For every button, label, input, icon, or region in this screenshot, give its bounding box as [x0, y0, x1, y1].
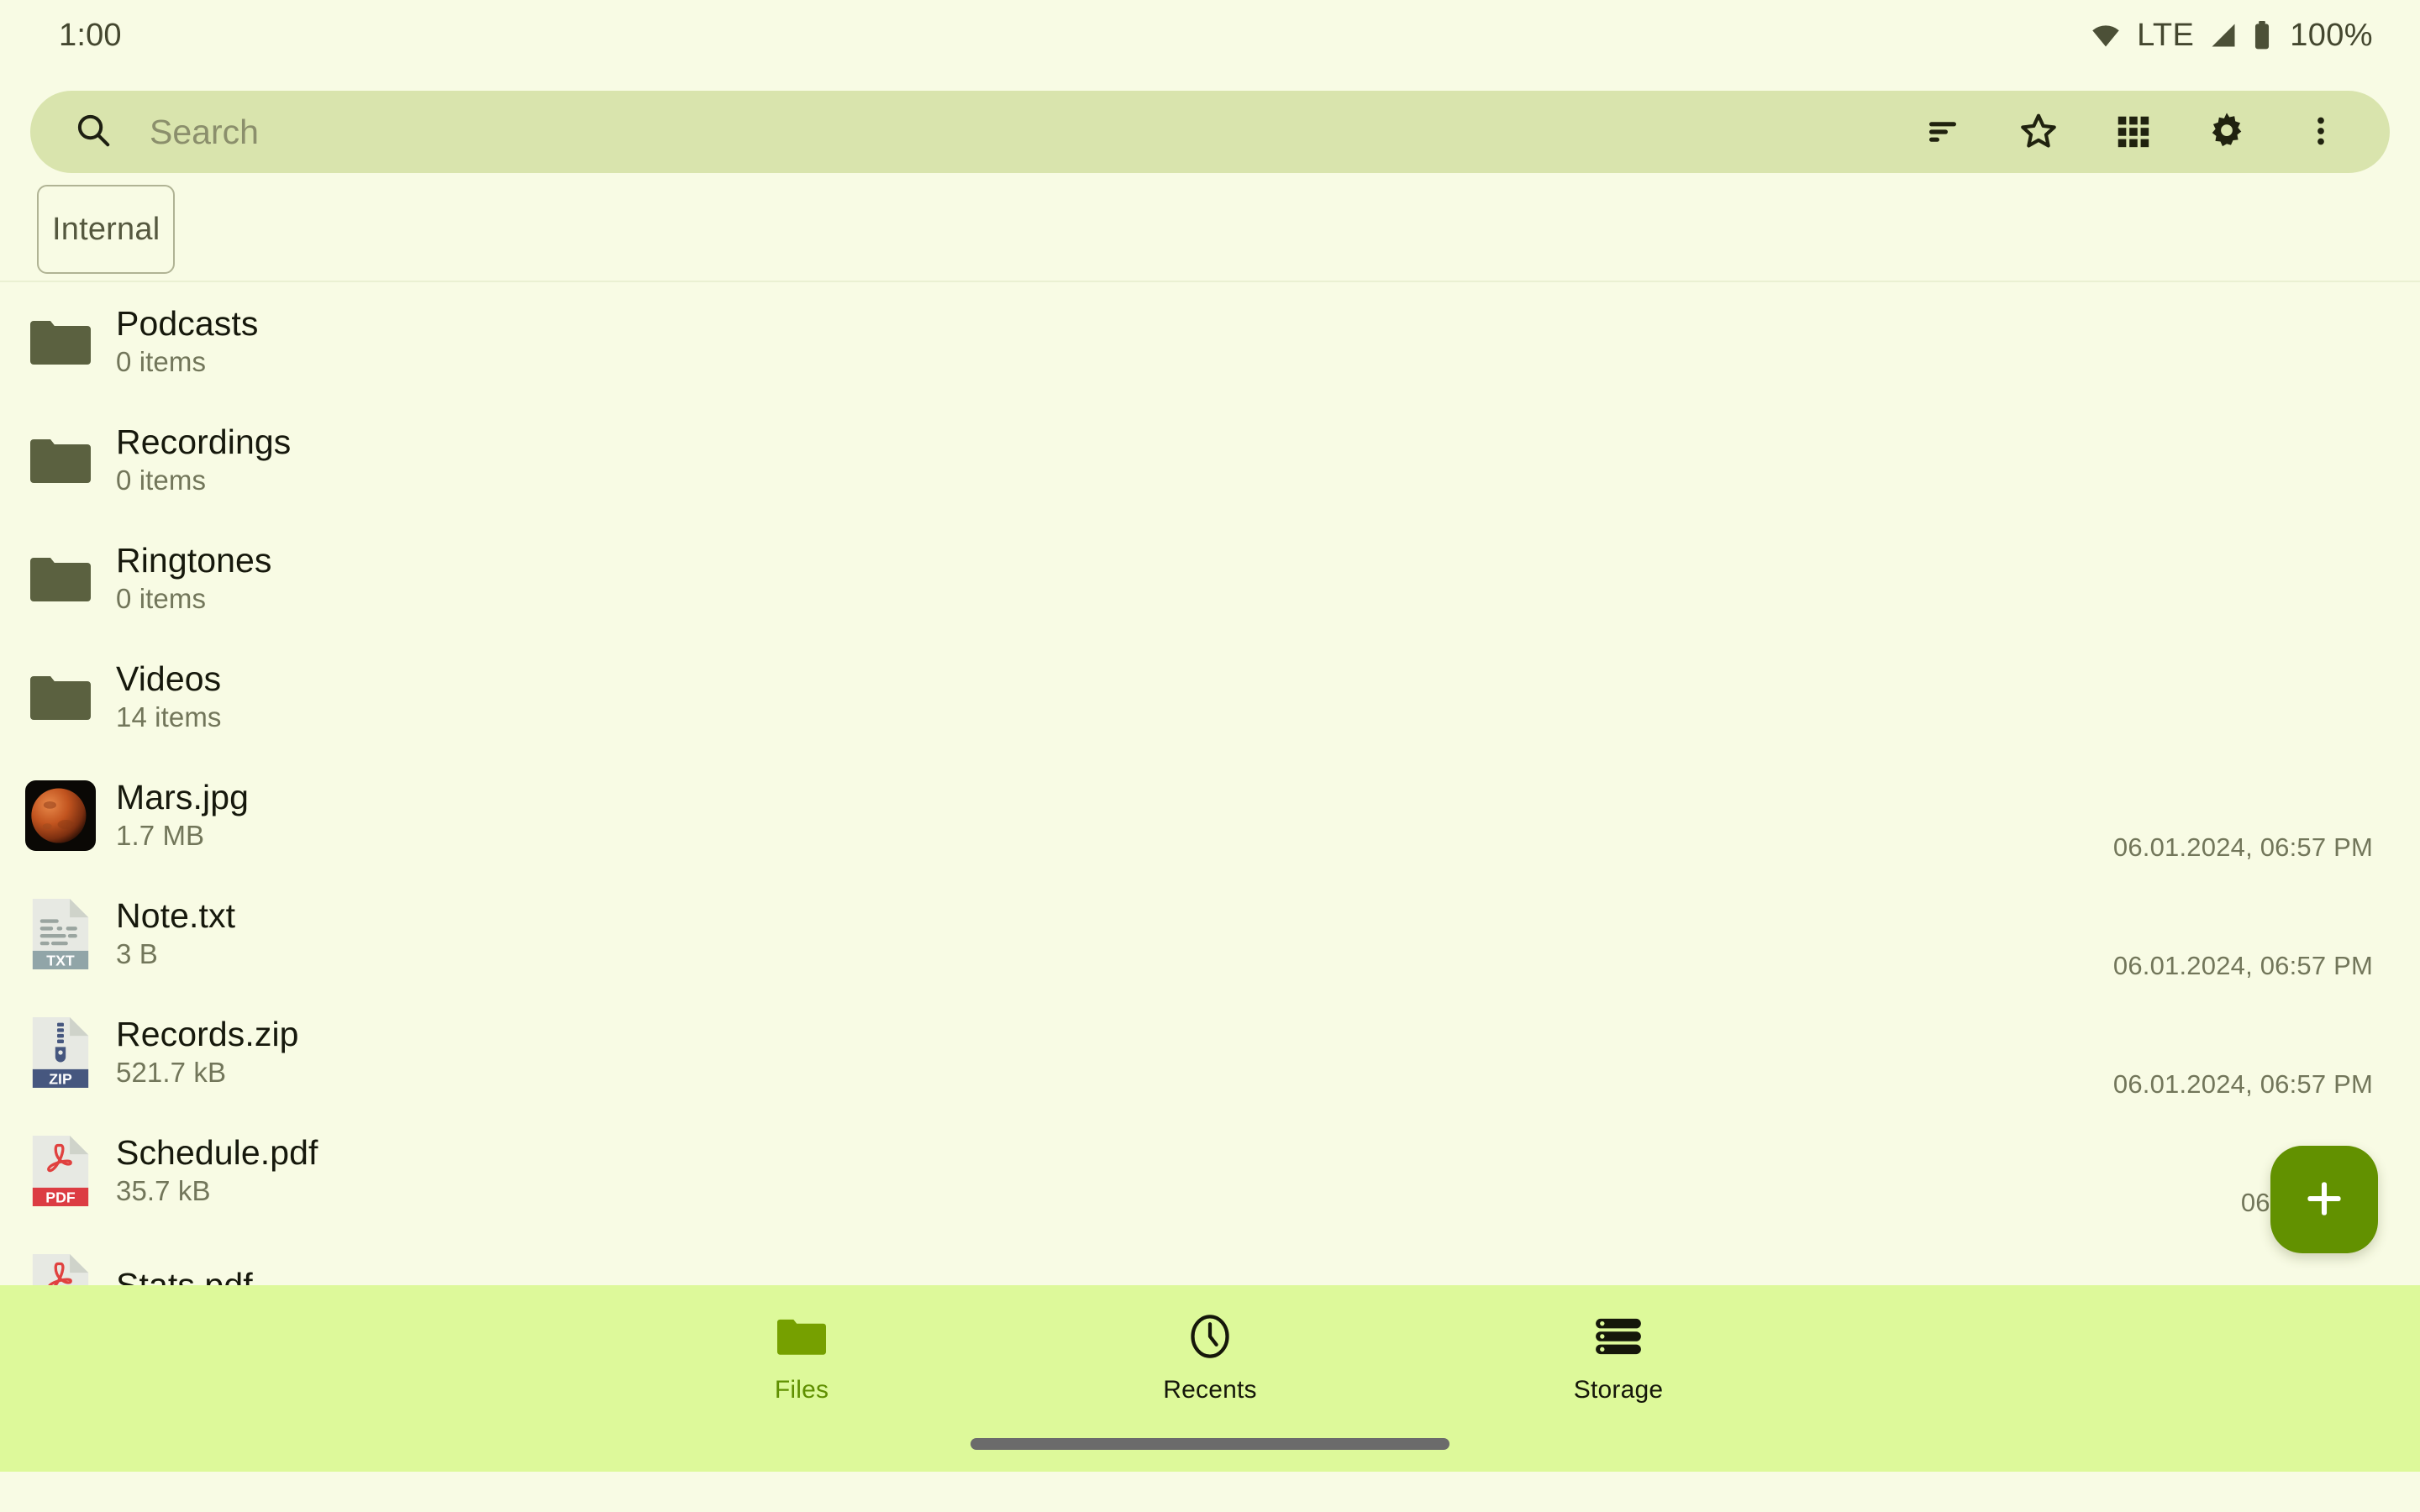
folder-icon: [777, 1310, 826, 1362]
list-item-text: Recordings 0 items: [116, 424, 2373, 496]
file-subtitle: 0 items: [116, 465, 207, 496]
bottom-navigation: Files Recents Storage: [0, 1285, 2420, 1472]
status-indicators: LTE 100%: [2090, 18, 2373, 54]
file-subtitle: 1.7 MB: [116, 820, 205, 852]
folder-icon: [24, 542, 97, 616]
file-name: Recordings: [116, 423, 292, 462]
file-name: Note.txt: [116, 896, 236, 936]
home-indicator[interactable]: [971, 1438, 1449, 1450]
plus-icon: [2301, 1175, 2348, 1225]
folder-icon: [24, 305, 97, 379]
search-icon: [74, 111, 113, 154]
file-timestamp: 06.01.2024, 06:57 PM: [2112, 832, 2373, 862]
settings-button[interactable]: [2180, 91, 2274, 173]
search-bar[interactable]: [30, 91, 2390, 173]
nav-label-recents: Recents: [1163, 1376, 1257, 1404]
svg-text:ZIP: ZIP: [49, 1070, 72, 1087]
file-timestamp: 06.01.2024, 06:57 PM: [2112, 951, 2373, 980]
nav-label-storage: Storage: [1573, 1376, 1664, 1404]
nav-item-recents[interactable]: Recents: [1113, 1310, 1307, 1404]
nav-label-files: Files: [774, 1376, 829, 1404]
list-item[interactable]: Podcasts 0 items: [0, 282, 2420, 401]
list-item[interactable]: TXT Note.txt 3 B 06.01.2024, 06:57 PM: [0, 874, 2420, 993]
more-options-button[interactable]: [2274, 91, 2368, 173]
list-item[interactable]: Mars.jpg 1.7 MB 06.01.2024, 06:57 PM: [0, 756, 2420, 874]
list-item-text: Podcasts 0 items: [116, 306, 2373, 377]
image-thumbnail-mars: [24, 779, 97, 853]
search-input[interactable]: [150, 112, 1897, 152]
list-item-text: Records.zip 521.7 kB: [116, 1016, 2113, 1088]
file-subtitle: 521.7 kB: [116, 1057, 227, 1089]
list-item[interactable]: Ringtones 0 items: [0, 519, 2420, 638]
storage-tabs: Internal: [0, 173, 2420, 282]
storage-bars-icon: [1594, 1310, 1643, 1362]
folder-icon: [24, 423, 97, 497]
file-name: Stats.pdf: [116, 1268, 2373, 1285]
file-name: Ringtones: [116, 541, 272, 580]
status-clock: 1:00: [59, 17, 122, 53]
file-name: Mars.jpg: [116, 778, 250, 817]
cellular-signal-icon: [2209, 23, 2238, 48]
file-subtitle: 3 B: [116, 938, 158, 970]
gear-icon: [2206, 110, 2248, 155]
grid-view-icon: [2113, 112, 2152, 153]
list-item-text: Stats.pdf: [116, 1268, 2373, 1285]
folder-icon: [24, 660, 97, 734]
list-item[interactable]: Recordings 0 items: [0, 401, 2420, 519]
list-item-text: Schedule.pdf 35.7 kB: [116, 1135, 2241, 1206]
clock-icon: [1187, 1310, 1233, 1362]
toolbar-actions: [1897, 91, 2368, 173]
list-item[interactable]: PDF Schedule.pdf 35.7 kB 06.01.2024: [0, 1111, 2420, 1230]
battery-percent-label: 100%: [2290, 17, 2373, 53]
file-subtitle: 35.7 kB: [116, 1175, 211, 1207]
zip-file-icon: ZIP: [24, 1016, 97, 1089]
list-item-text: Mars.jpg 1.7 MB: [116, 780, 2113, 851]
nav-item-files[interactable]: Files: [705, 1310, 898, 1404]
battery-full-icon: [2253, 21, 2271, 50]
svg-text:PDF: PDF: [45, 1189, 76, 1205]
sort-icon: [1924, 111, 1965, 154]
network-type-label: LTE: [2137, 17, 2195, 53]
file-list: Podcasts 0 items Recordings 0 items Ring…: [0, 282, 2420, 1285]
list-item[interactable]: ZIP Records.zip 521.7 kB 06.01.2024, 06:…: [0, 993, 2420, 1111]
sort-button[interactable]: [1897, 91, 1991, 173]
file-subtitle: 0 items: [116, 346, 207, 378]
file-name: Schedule.pdf: [116, 1133, 318, 1173]
file-name: Videos: [116, 659, 222, 699]
add-button[interactable]: [2270, 1146, 2378, 1253]
file-subtitle: 0 items: [116, 583, 207, 615]
svg-text:TXT: TXT: [46, 952, 75, 969]
pdf-file-icon: PDF: [24, 1252, 97, 1285]
txt-file-icon: TXT: [24, 897, 97, 971]
file-subtitle: 14 items: [116, 701, 222, 733]
status-bar: 1:00 LTE 100%: [0, 0, 2420, 71]
list-item-text: Videos 14 items: [116, 661, 2373, 732]
file-timestamp: 06.01.2024, 06:57 PM: [2112, 1069, 2373, 1099]
list-item[interactable]: PDF Stats.pdf: [0, 1230, 2420, 1285]
file-name: Records.zip: [116, 1015, 299, 1054]
list-item-text: Ringtones 0 items: [116, 543, 2373, 614]
list-item-text: Note.txt 3 B: [116, 898, 2113, 969]
nav-item-storage[interactable]: Storage: [1522, 1310, 1715, 1404]
pdf-file-icon: PDF: [24, 1134, 97, 1208]
file-name: Podcasts: [116, 304, 259, 344]
tab-internal-label: Internal: [52, 211, 160, 247]
favorites-button[interactable]: [1991, 91, 2086, 173]
tab-internal[interactable]: Internal: [37, 185, 176, 274]
wifi-icon: [2090, 23, 2122, 48]
star-icon: [2018, 110, 2060, 155]
list-item[interactable]: Videos 14 items: [0, 638, 2420, 756]
more-vertical-icon: [2302, 113, 2339, 152]
grid-view-button[interactable]: [2086, 91, 2180, 173]
